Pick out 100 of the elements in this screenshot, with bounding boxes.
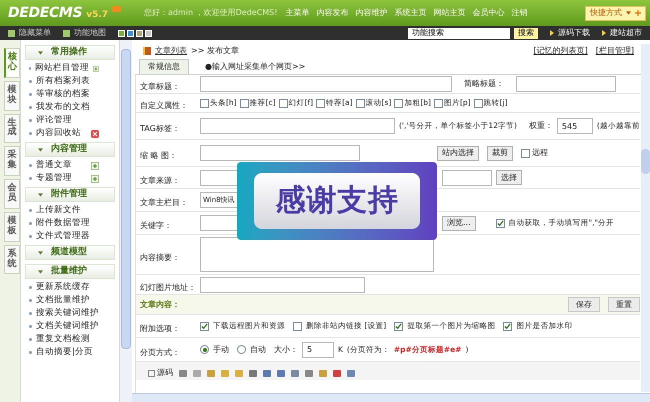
menu-item[interactable]: 内容回收站: [36, 127, 81, 140]
arrow-icon: [550, 30, 554, 36]
search-button[interactable]: 搜索: [514, 28, 538, 38]
menu-group-header[interactable]: 频道模型: [25, 245, 115, 260]
menu-item[interactable]: 评论管理: [36, 114, 72, 127]
main-scrollbar[interactable]: [641, 44, 650, 392]
side-tab[interactable]: 采集: [4, 146, 20, 176]
text-field[interactable]: [442, 170, 492, 186]
checkbox[interactable]: [356, 98, 365, 108]
field-label: 幻灯图片地址：: [140, 282, 196, 292]
menu-item[interactable]: 等审核的档案: [36, 88, 90, 101]
menu-item[interactable]: 我发布的文档: [36, 101, 90, 114]
bullet-icon: [29, 235, 32, 238]
menu-item[interactable]: 网站栏目管理: [35, 62, 90, 75]
text-field[interactable]: [516, 76, 616, 92]
menu-item[interactable]: 自动摘要|分页: [36, 346, 93, 359]
caret-icon: [626, 11, 631, 15]
side-tab[interactable]: 模块: [4, 80, 20, 111]
side-tab[interactable]: 生成: [4, 114, 20, 144]
checkbox[interactable]: [240, 98, 249, 108]
search-field[interactable]: 功能搜索: [408, 28, 510, 38]
menu-item[interactable]: 普通文章: [36, 159, 72, 172]
radio-button[interactable]: [237, 345, 246, 354]
side-tab[interactable]: 会员: [4, 179, 20, 209]
toolbar-link[interactable]: 源码下载: [550, 27, 590, 39]
menu-item[interactable]: 更新系统缓存: [36, 281, 90, 294]
side-tab[interactable]: 系统: [4, 244, 20, 274]
checkbox[interactable]: [474, 98, 483, 108]
checkbox[interactable]: [521, 148, 530, 158]
text-field[interactable]: [200, 76, 452, 92]
text-field[interactable]: [200, 170, 240, 186]
bullet-icon: [29, 106, 32, 109]
header-link[interactable]: [记忆的列表页]: [534, 45, 588, 57]
bullet-icon: [29, 312, 32, 315]
menu-item[interactable]: 专题管理: [36, 172, 72, 185]
sidebar-scrollbar[interactable]: [120, 40, 132, 402]
hide-menu-button[interactable]: 隐藏菜单: [8, 27, 51, 39]
badge-icon: [112, 6, 122, 12]
breadcrumb-link[interactable]: 文章列表: [155, 45, 187, 57]
checkbox[interactable]: [394, 98, 404, 108]
checkbox[interactable]: [200, 98, 209, 108]
form-button[interactable]: 浏览...: [442, 216, 476, 230]
form-tab[interactable]: ●输入网址采集单个网页>>: [197, 59, 314, 74]
caret-icon: [38, 270, 43, 274]
menu-group-header[interactable]: 批量维护: [25, 264, 115, 279]
menu-item[interactable]: 所有档案列表: [36, 75, 90, 88]
checkbox[interactable]: [200, 322, 209, 330]
delete-icon[interactable]: [91, 130, 99, 138]
menu-item[interactable]: 附件数据管理: [36, 217, 90, 230]
radio-button[interactable]: [200, 345, 209, 354]
menu-group-header[interactable]: 内容管理: [25, 142, 115, 157]
add-icon[interactable]: [91, 162, 99, 170]
add-icon[interactable]: [91, 174, 99, 182]
form-button[interactable]: 站内选择: [437, 146, 479, 160]
text-field[interactable]: [200, 215, 240, 231]
checkbox[interactable]: [503, 322, 512, 330]
text-field[interactable]: [200, 276, 365, 292]
field-label: 自定义属性：: [140, 101, 188, 110]
form-button[interactable]: 保存: [568, 297, 600, 312]
checkbox[interactable]: [496, 218, 505, 228]
text-field[interactable]: [200, 118, 395, 134]
breadcrumb-current: >> 发布文章: [191, 45, 239, 57]
checkbox[interactable]: [293, 322, 302, 330]
header-link[interactable]: [栏目管理]: [596, 45, 634, 57]
menu-item[interactable]: 文档批量维护: [36, 294, 90, 307]
field-label: TAG标签：: [140, 124, 180, 133]
form-tab[interactable]: 常规信息: [139, 59, 189, 74]
form-button[interactable]: 重置: [608, 297, 640, 312]
add-icon[interactable]: [93, 64, 99, 72]
form-button[interactable]: 选择: [496, 170, 522, 185]
menu-item[interactable]: 文档关键词维护: [36, 320, 99, 333]
checkbox[interactable]: [316, 98, 326, 108]
source-button[interactable]: 源码: [148, 367, 173, 379]
bullet-icon: [29, 325, 32, 328]
menu-item[interactable]: 搜索关键词维护: [36, 307, 99, 320]
checkbox[interactable]: [434, 98, 443, 108]
menu-item[interactable]: 重复文档检测: [36, 333, 90, 346]
checkbox[interactable]: [278, 98, 288, 108]
arrow-icon: [602, 30, 606, 36]
bullet-icon: [29, 351, 32, 354]
side-tab[interactable]: 核心: [4, 48, 20, 78]
field-label: 大小：: [274, 344, 298, 356]
field-label: 权重：: [528, 120, 553, 132]
quick-menu-button[interactable]: 快捷方式: [585, 6, 646, 20]
menu-item[interactable]: 上传新文件: [36, 204, 81, 217]
toolbar-link[interactable]: 建站超市: [602, 27, 642, 39]
menu-item[interactable]: 文件式管理器: [36, 230, 90, 243]
side-tab[interactable]: 模板: [4, 212, 20, 242]
checkbox[interactable]: [394, 322, 404, 330]
theme-swatches-icon[interactable]: [118, 30, 152, 36]
logo: DEDECMS: [8, 6, 82, 20]
site-map-button[interactable]: 功能地图: [63, 27, 106, 39]
caret-icon: [38, 50, 43, 54]
horizontal-scrollbar[interactable]: [132, 393, 650, 402]
menu-group-header[interactable]: 附件管理: [25, 187, 115, 202]
menu-group-header[interactable]: 常用操作: [25, 45, 115, 60]
text-field[interactable]: 5: [302, 342, 334, 358]
text-field[interactable]: 545: [556, 118, 593, 134]
text-field[interactable]: [200, 145, 360, 161]
form-button[interactable]: 裁剪: [487, 146, 513, 160]
